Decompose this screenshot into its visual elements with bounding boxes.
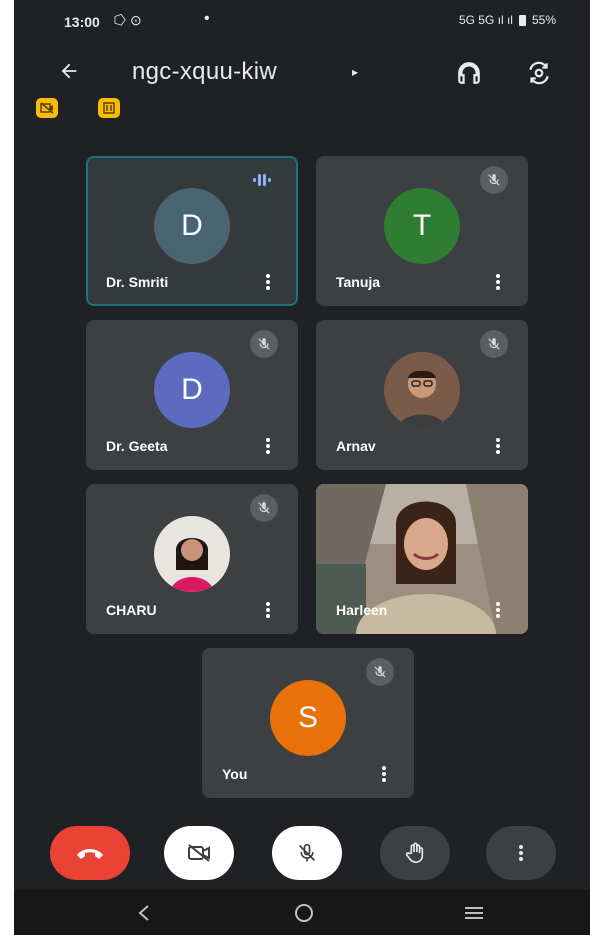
mic-off-icon <box>250 494 278 522</box>
back-button[interactable] <box>52 54 86 88</box>
more-options-button[interactable] <box>376 762 392 786</box>
avatar: D <box>154 188 230 264</box>
nav-recents-button[interactable] <box>454 898 494 928</box>
nav-home-icon <box>295 904 313 922</box>
participant-name: CHARU <box>106 602 157 618</box>
mic-off-icon <box>250 330 278 358</box>
profile-photo <box>384 352 460 428</box>
participant-tile[interactable]: CHARU <box>86 484 298 634</box>
participant-name: Harleen <box>336 602 388 618</box>
more-vert-icon <box>266 438 270 454</box>
mic-off-icon <box>298 843 316 862</box>
participant-name: Arnav <box>336 438 376 454</box>
system-nav-bar <box>14 890 590 935</box>
status-time: 13:00 <box>64 14 100 30</box>
nav-back-icon <box>138 905 149 921</box>
end-call-icon <box>77 849 103 859</box>
more-vert-icon <box>266 274 270 290</box>
nav-menu-icon <box>465 907 483 919</box>
camera-toggle-button[interactable] <box>164 826 234 880</box>
captions-badge <box>98 98 120 118</box>
camera-off-icon <box>40 102 54 114</box>
participant-tile[interactable]: D Dr. Smriti <box>86 156 298 306</box>
audio-output-button[interactable] <box>452 56 486 90</box>
more-vert-icon <box>519 845 523 861</box>
more-vert-icon <box>496 438 500 454</box>
more-options-button[interactable] <box>490 598 506 622</box>
raise-hand-button[interactable] <box>380 826 450 880</box>
more-vert-icon <box>496 274 500 290</box>
mic-toggle-button[interactable] <box>272 826 342 880</box>
call-header: ngc-xquu-kiw ▸ <box>14 50 590 98</box>
meeting-code[interactable]: ngc-xquu-kiw <box>132 58 277 86</box>
mic-off-icon <box>480 330 508 358</box>
switch-camera-icon <box>529 61 549 85</box>
call-controls <box>14 826 590 890</box>
more-options-button[interactable] <box>490 270 506 294</box>
status-right-group: 5G 5G ıl ıl 55% <box>459 13 556 27</box>
participant-video-tile[interactable]: Harleen <box>316 484 528 634</box>
signal-icon: 5G 5G ıl ıl <box>458 13 513 27</box>
participant-name: Dr. Geeta <box>106 438 168 454</box>
status-dot: • <box>204 10 210 27</box>
participant-name: You <box>222 766 248 782</box>
back-arrow-icon <box>61 63 77 79</box>
battery-level: 55% <box>531 13 556 27</box>
self-tile[interactable]: S You <box>202 648 414 798</box>
more-options-button[interactable] <box>490 434 506 458</box>
meet-call-screen: 13:00 ⭔ ⊙ • 5G 5G ıl ıl 55% ngc-xquu-kiw… <box>14 0 590 935</box>
battery-icon <box>518 14 526 26</box>
more-options-button[interactable] <box>486 826 556 880</box>
avatar: T <box>384 188 460 264</box>
participant-name: Tanuja <box>336 274 381 290</box>
switch-camera-button[interactable] <box>522 56 556 90</box>
more-options-button[interactable] <box>260 270 276 294</box>
more-vert-icon <box>382 766 386 782</box>
status-bar: 13:00 ⭔ ⊙ • 5G 5G ıl ıl 55% <box>14 0 590 44</box>
more-options-button[interactable] <box>260 598 276 622</box>
status-notification-icons: ⭔ ⊙ <box>114 12 142 28</box>
camera-off-badge <box>36 98 58 118</box>
participant-tile[interactable]: T Tanuja <box>316 156 528 306</box>
nav-back-button[interactable] <box>124 898 164 928</box>
headphones-icon <box>458 62 480 84</box>
end-call-button[interactable] <box>50 826 130 880</box>
profile-photo <box>154 516 230 592</box>
participant-tile[interactable]: Arnav <box>316 320 528 470</box>
participant-tile[interactable]: D Dr. Geeta <box>86 320 298 470</box>
chevron-right-icon[interactable]: ▸ <box>352 65 358 79</box>
camera-off-icon <box>188 844 210 862</box>
speaking-indicator-icon <box>248 168 276 192</box>
captions-icon <box>103 102 115 114</box>
mic-off-icon <box>480 166 508 194</box>
nav-home-button[interactable] <box>284 898 324 928</box>
more-vert-icon <box>266 602 270 618</box>
avatar: S <box>270 680 346 756</box>
participant-name: Dr. Smriti <box>106 274 169 290</box>
more-options-button[interactable] <box>260 434 276 458</box>
mic-off-icon <box>366 658 394 686</box>
more-vert-icon <box>496 602 500 618</box>
raise-hand-icon <box>405 842 424 863</box>
avatar: D <box>154 352 230 428</box>
